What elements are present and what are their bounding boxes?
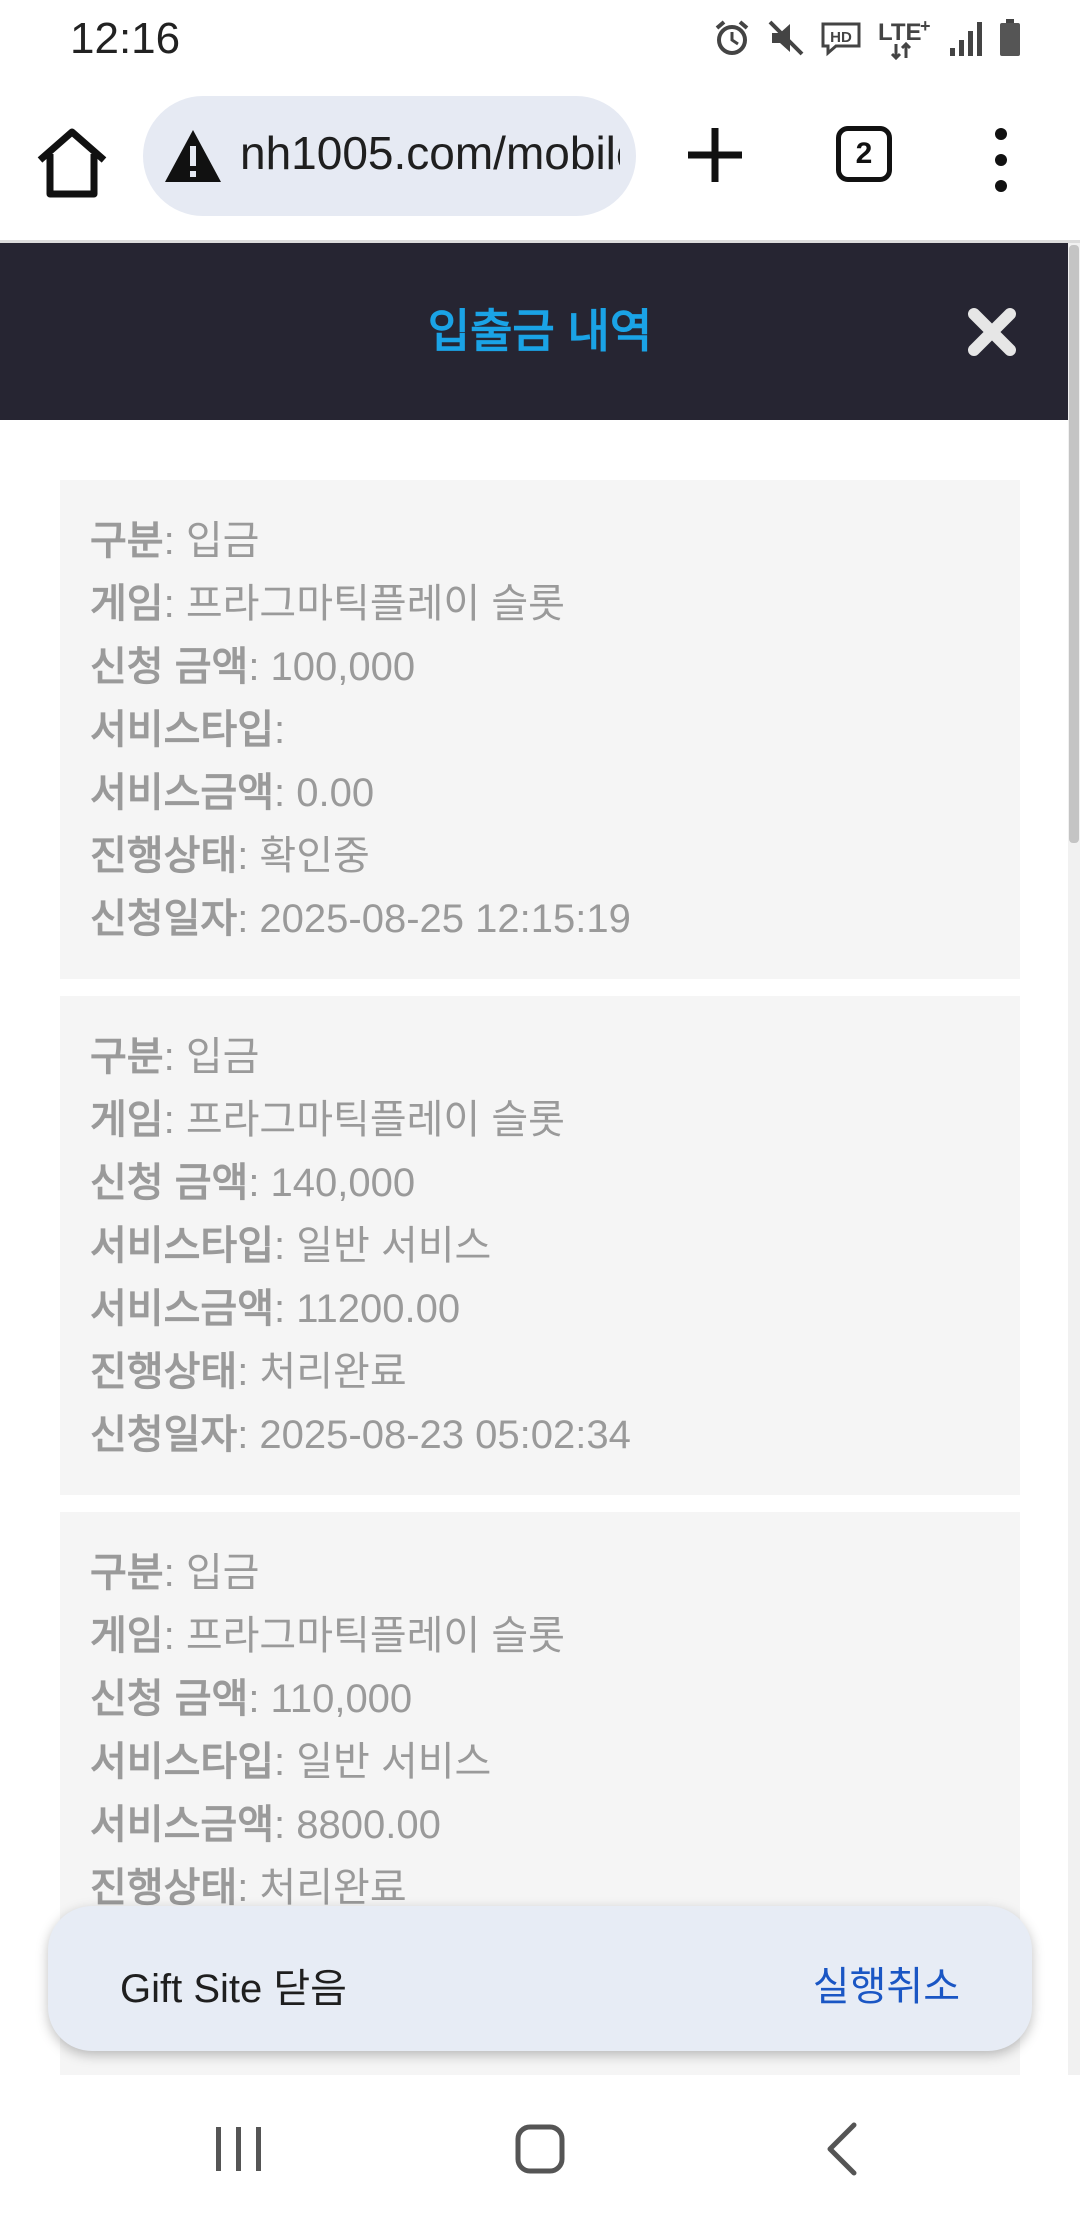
field-service-type: 서비스타입: 일반 서비스 [90, 1224, 492, 1268]
svg-text:+: + [920, 16, 931, 36]
field-amount: 신청 금액: 100,000 [90, 645, 416, 689]
field-type: 구분: 입금 [90, 1551, 260, 1595]
field-amount: 신청 금액: 110,000 [90, 1677, 413, 1721]
snackbar-message: Gift Site 닫음 [120, 1967, 347, 2011]
address-bar[interactable]: nh1005.com/mobile [143, 96, 636, 216]
warning-icon[interactable] [163, 128, 223, 184]
svg-text:HD: HD [830, 29, 852, 46]
scrollbar-thumb[interactable] [1069, 245, 1079, 843]
field-game: 게임: 프라그마틱플레이 슬롯 [90, 582, 565, 626]
close-icon[interactable] [966, 306, 1018, 358]
field-service-amount: 서비스금액: 0.00 [90, 771, 375, 815]
field-game: 게임: 프라그마틱플레이 슬롯 [90, 1098, 565, 1142]
snackbar: Gift Site 닫음 실행취소 [48, 1906, 1032, 2051]
field-type: 구분: 입금 [90, 519, 260, 563]
status-icons: HD LTE + [712, 14, 1022, 62]
modal-title: 입출금 내역 [427, 305, 653, 357]
back-icon[interactable] [822, 2119, 862, 2179]
browser-toolbar: nh1005.com/mobile 2 [0, 80, 1080, 243]
mute-icon [768, 20, 804, 56]
lte-plus-icon: LTE + [878, 16, 931, 60]
status-bar: 12:16 HD LTE + [0, 0, 1080, 80]
undo-button[interactable]: 실행취소 [813, 1954, 960, 2012]
field-service-type: 서비스타입: [90, 708, 286, 752]
plus-icon[interactable] [680, 120, 750, 190]
field-status: 진행상태: 처리완료 [90, 1350, 407, 1394]
field-service-amount: 서비스금액: 8800.00 [90, 1803, 441, 1847]
system-nav-bar [0, 2075, 1080, 2220]
transaction-card: 구분: 입금 게임: 프라그마틱플레이 슬롯 신청 금액: 140,000 서비… [60, 996, 1020, 1495]
url-text[interactable]: nh1005.com/mobile [240, 126, 620, 180]
transaction-list[interactable]: 구분: 입금 게임: 프라그마틱플레이 슬롯 신청 금액: 100,000 서비… [0, 420, 1068, 2075]
modal-header: 입출금 내역 [0, 243, 1080, 420]
field-date: 신청일자: 2025-08-25 12:15:19 [90, 897, 631, 941]
field-date: 신청일자: 2025-08-23 05:02:34 [90, 1413, 631, 1457]
status-time: 12:16 [70, 14, 181, 63]
field-amount: 신청 금액: 140,000 [90, 1161, 416, 1205]
field-service-amount: 서비스금액: 11200.00 [90, 1287, 461, 1331]
field-status: 진행상태: 확인중 [90, 834, 370, 878]
home-icon[interactable] [30, 122, 114, 202]
svg-text:LTE: LTE [878, 19, 922, 46]
transaction-card: 구분: 입금 게임: 프라그마틱플레이 슬롯 신청 금액: 100,000 서비… [60, 480, 1020, 979]
hd-voice-icon: HD [821, 22, 861, 57]
recent-apps-icon[interactable] [210, 2125, 268, 2173]
more-vert-icon[interactable] [986, 120, 1016, 200]
field-service-type: 서비스타입: 일반 서비스 [90, 1740, 492, 1784]
field-type: 구분: 입금 [90, 1035, 260, 1079]
tabs-icon[interactable]: 2 [836, 126, 892, 182]
battery-icon [1000, 19, 1020, 56]
alarm-icon [715, 20, 749, 55]
home-nav-icon[interactable] [514, 2123, 566, 2175]
signal-icon [950, 22, 982, 56]
field-game: 게임: 프라그마틱플레이 슬롯 [90, 1614, 565, 1658]
